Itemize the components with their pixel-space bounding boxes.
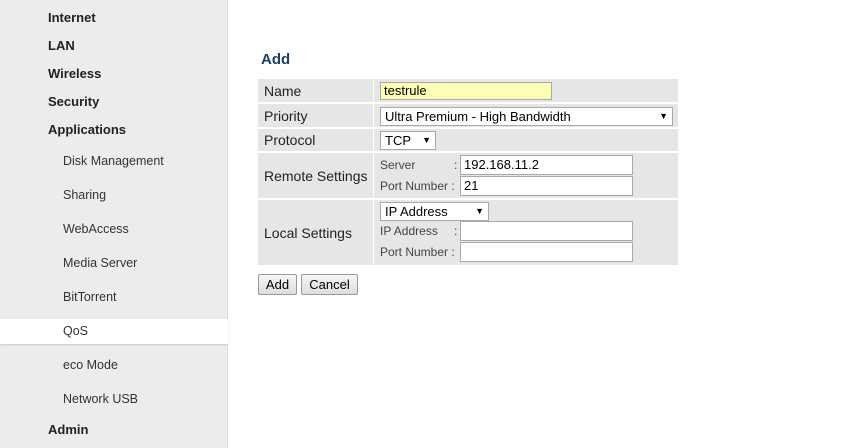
sidebar: Internet LAN Wireless Security Applicati… [0, 0, 228, 448]
sidebar-item-lan[interactable]: LAN [0, 33, 228, 59]
chevron-down-icon: ▼ [659, 111, 668, 121]
name-label: Name [258, 79, 374, 102]
page-title: Add [261, 51, 291, 68]
sidebar-item-bittorrent[interactable]: BitTorrent [0, 284, 228, 310]
local-settings-label: Local Settings [258, 200, 374, 265]
server-label: Server [380, 158, 416, 172]
sidebar-item-webaccess[interactable]: WebAccess [0, 216, 228, 242]
local-port-input[interactable] [460, 242, 633, 262]
remote-port-input[interactable]: 21 [460, 176, 633, 196]
local-settings-value-cell: IP Address ▼ IP Address : Port Number : [375, 200, 678, 265]
protocol-select[interactable]: TCP ▼ [380, 131, 436, 150]
sidebar-item-network-usb[interactable]: Network USB [0, 386, 228, 412]
local-ip-input[interactable] [460, 221, 633, 241]
local-port-label: Port Number : [380, 245, 455, 259]
protocol-selected-value: TCP [385, 133, 411, 148]
cancel-button[interactable]: Cancel [301, 274, 358, 295]
sidebar-item-internet[interactable]: Internet [0, 5, 228, 31]
sidebar-item-qos[interactable]: QoS [0, 319, 228, 344]
local-type-select[interactable]: IP Address ▼ [380, 202, 489, 221]
local-type-selected-value: IP Address [385, 204, 448, 219]
name-input[interactable]: testrule [380, 82, 552, 100]
name-value-cell: testrule [375, 79, 678, 102]
local-settings-row: Local Settings IP Address ▼ IP Address :… [258, 200, 678, 265]
name-row: Name testrule [258, 79, 678, 103]
sidebar-item-admin[interactable]: Admin [0, 417, 228, 443]
protocol-value-cell: TCP ▼ [375, 129, 678, 151]
local-ip-colon: : [454, 224, 458, 238]
server-input[interactable]: 192.168.11.2 [460, 155, 633, 175]
server-colon: : [454, 158, 458, 172]
priority-value-cell: Ultra Premium - High Bandwidth ▼ [375, 104, 678, 127]
remote-port-label: Port Number : [380, 179, 455, 193]
sidebar-item-applications[interactable]: Applications [0, 117, 228, 143]
sidebar-item-wireless[interactable]: Wireless [0, 61, 228, 87]
priority-label: Priority [258, 104, 374, 127]
remote-settings-value-cell: Server : 192.168.11.2 Port Number : 21 [375, 153, 678, 198]
chevron-down-icon: ▼ [422, 135, 431, 145]
priority-select[interactable]: Ultra Premium - High Bandwidth ▼ [380, 107, 673, 126]
remote-settings-label: Remote Settings [258, 153, 374, 198]
sidebar-item-media-server[interactable]: Media Server [0, 250, 228, 276]
local-ip-label: IP Address [380, 224, 438, 238]
protocol-row: Protocol TCP ▼ [258, 129, 678, 152]
priority-selected-value: Ultra Premium - High Bandwidth [385, 109, 571, 124]
chevron-down-icon: ▼ [475, 206, 484, 216]
remote-settings-row: Remote Settings Server : 192.168.11.2 Po… [258, 153, 678, 199]
protocol-label: Protocol [258, 129, 374, 151]
add-button[interactable]: Add [258, 274, 297, 295]
sidebar-item-sharing[interactable]: Sharing [0, 182, 228, 208]
sidebar-item-disk-management[interactable]: Disk Management [0, 148, 228, 174]
priority-row: Priority Ultra Premium - High Bandwidth … [258, 104, 678, 128]
sidebar-item-security[interactable]: Security [0, 89, 228, 115]
sidebar-item-eco-mode[interactable]: eco Mode [0, 352, 228, 378]
